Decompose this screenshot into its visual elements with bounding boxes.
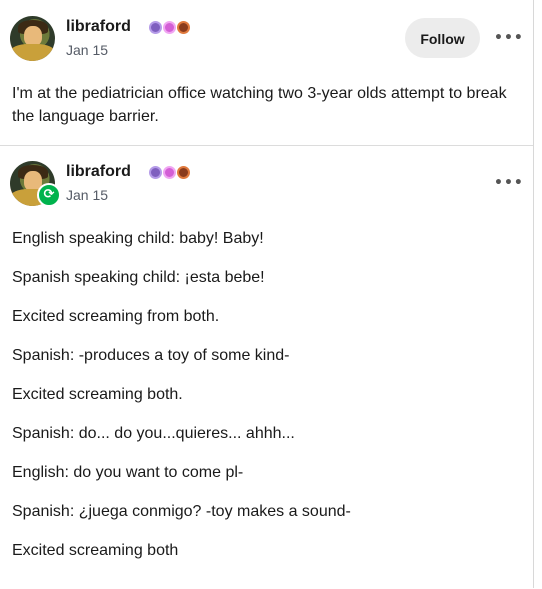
post-line: Excited screaming from both. bbox=[12, 308, 220, 325]
follow-button[interactable]: Follow bbox=[405, 18, 480, 58]
post-body: I'm at the pediatrician office watching … bbox=[12, 85, 507, 125]
dashboard-frame: libraford Jan 15 Follow ••• I'm at the p… bbox=[0, 0, 534, 588]
post-line: Spanish: -produces a toy of some kind- bbox=[12, 347, 290, 364]
badge-icon bbox=[163, 166, 176, 179]
avatar[interactable] bbox=[10, 16, 55, 61]
badge-icon bbox=[149, 21, 162, 34]
post-original: libraford Jan 15 Follow ••• I'm at the p… bbox=[0, 0, 533, 146]
post-line: Spanish: ¿juega conmigo? -toy makes a so… bbox=[12, 503, 351, 520]
post-date[interactable]: Jan 15 bbox=[66, 187, 108, 203]
badge-icon bbox=[177, 21, 190, 34]
badge-icon bbox=[163, 21, 176, 34]
badge-group[interactable] bbox=[149, 166, 190, 179]
more-horizontal-icon[interactable]: ••• bbox=[494, 176, 523, 190]
badge-group[interactable] bbox=[149, 21, 190, 34]
username[interactable]: libraford bbox=[66, 163, 131, 181]
more-horizontal-icon[interactable]: ••• bbox=[494, 31, 523, 45]
post-line: English: do you want to come pl- bbox=[12, 464, 244, 481]
post-line: Excited screaming both bbox=[12, 542, 179, 559]
reblog-icon: ⟳ bbox=[37, 183, 61, 207]
avatar-cape bbox=[10, 44, 55, 61]
post-line: Excited screaming both. bbox=[12, 386, 183, 403]
badge-icon bbox=[177, 166, 190, 179]
badge-icon bbox=[149, 166, 162, 179]
post-line: Spanish: do... do you...quieres... ahhh.… bbox=[12, 425, 295, 442]
post-line: Spanish speaking child: ¡esta bebe! bbox=[12, 269, 265, 286]
username[interactable]: libraford bbox=[66, 18, 131, 36]
post-reblog: libraford Jan 15 ••• English speaking ch… bbox=[0, 146, 533, 589]
avatar-face bbox=[24, 26, 42, 46]
post-date[interactable]: Jan 15 bbox=[66, 42, 108, 58]
post-line: English speaking child: baby! Baby! bbox=[12, 230, 264, 247]
